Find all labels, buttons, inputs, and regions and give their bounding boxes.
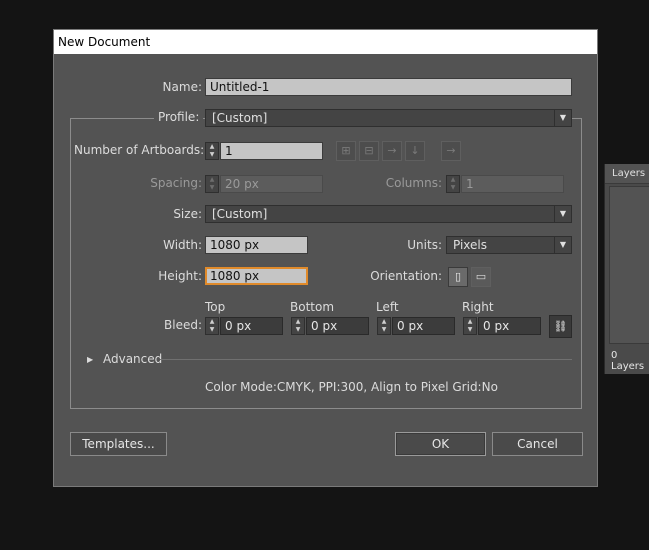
link-icon[interactable]: ⛓ [549, 315, 572, 338]
bleed-right-label: Right [462, 300, 494, 314]
size-select[interactable]: [Custom] ▼ [205, 205, 572, 223]
layers-count: 0 Layers [611, 350, 645, 372]
bleed-left-input[interactable]: 0 px [392, 317, 455, 335]
templates-button[interactable]: Templates... [70, 432, 167, 456]
units-value: Pixels [453, 238, 488, 252]
bleed-top-input[interactable]: 0 px [220, 317, 283, 335]
bleed-right-input[interactable]: 0 px [478, 317, 541, 335]
bleed-bottom-input[interactable]: 0 px [306, 317, 369, 335]
layers-tab[interactable]: Layers [605, 164, 649, 184]
bleed-bottom-stepper[interactable]: ▲ ▼ [291, 317, 305, 335]
size-label: Size: [173, 207, 202, 221]
triangle-right-icon: ▶ [87, 355, 94, 364]
bleed-right-stepper[interactable]: ▲ ▼ [463, 317, 477, 335]
width-label: Width: [163, 238, 202, 252]
artboards-stepper[interactable]: ▲ ▼ [205, 142, 219, 160]
document-summary: Color Mode:CMYK, PPI:300, Align to Pixel… [205, 380, 498, 394]
height-label: Height: [158, 269, 202, 283]
size-value: [Custom] [212, 207, 268, 221]
grid-by-row-icon[interactable]: ⊞ [336, 141, 356, 161]
name-input[interactable]: Untitled-1 [205, 78, 572, 96]
arrange-by-column-icon[interactable]: ↓ [405, 141, 425, 161]
portrait-icon[interactable]: ▯ [448, 267, 468, 287]
dialog-title: New Document [54, 30, 597, 54]
profile-label: Profile: [154, 110, 204, 124]
columns-label: Columns: [385, 176, 442, 190]
profile-value: [Custom] [212, 111, 268, 125]
artboards-input[interactable]: 1 [220, 142, 323, 160]
cancel-button[interactable]: Cancel [492, 432, 583, 456]
grid-by-column-icon[interactable]: ⊟ [359, 141, 379, 161]
spacing-stepper[interactable]: ▲ ▼ [205, 175, 219, 193]
bleed-top-label: Top [205, 300, 226, 314]
columns-input[interactable]: 1 [461, 175, 564, 193]
landscape-icon[interactable]: ▭ [471, 267, 491, 287]
layers-list[interactable] [609, 186, 649, 344]
advanced-divider [160, 359, 572, 360]
layers-panel: Layers 0 Layers [604, 164, 649, 374]
new-document-dialog: New Document Name: Untitled-1 Profile: [… [53, 29, 598, 487]
bleed-bottom-label: Bottom [290, 300, 335, 314]
advanced-label: Advanced [102, 352, 163, 366]
bleed-top-stepper[interactable]: ▲ ▼ [205, 317, 219, 335]
units-select[interactable]: Pixels ▼ [446, 236, 572, 254]
bleed-left-stepper[interactable]: ▲ ▼ [377, 317, 391, 335]
chevron-down-icon: ▼ [554, 237, 571, 253]
name-label: Name: [162, 80, 202, 94]
columns-stepper[interactable]: ▲ ▼ [446, 175, 460, 193]
chevron-down-icon: ▼ [554, 110, 571, 126]
spacing-input[interactable]: 20 px [220, 175, 323, 193]
chevron-down-icon: ▼ [554, 206, 571, 222]
height-input[interactable]: 1080 px [205, 267, 308, 285]
width-input[interactable]: 1080 px [205, 236, 308, 254]
spacing-label: Spacing: [150, 176, 202, 190]
bleed-label: Bleed: [164, 318, 202, 332]
artboards-label: Number of Artboards: [74, 143, 205, 157]
advanced-toggle[interactable]: ▶ Advanced [87, 352, 162, 366]
orientation-label: Orientation: [370, 269, 442, 283]
profile-select[interactable]: [Custom] ▼ [205, 109, 572, 127]
bleed-left-label: Left [376, 300, 399, 314]
arrange-by-row-icon[interactable]: → [382, 141, 402, 161]
right-to-left-icon[interactable]: → [441, 141, 461, 161]
ok-button[interactable]: OK [395, 432, 486, 456]
units-label: Units: [407, 238, 442, 252]
